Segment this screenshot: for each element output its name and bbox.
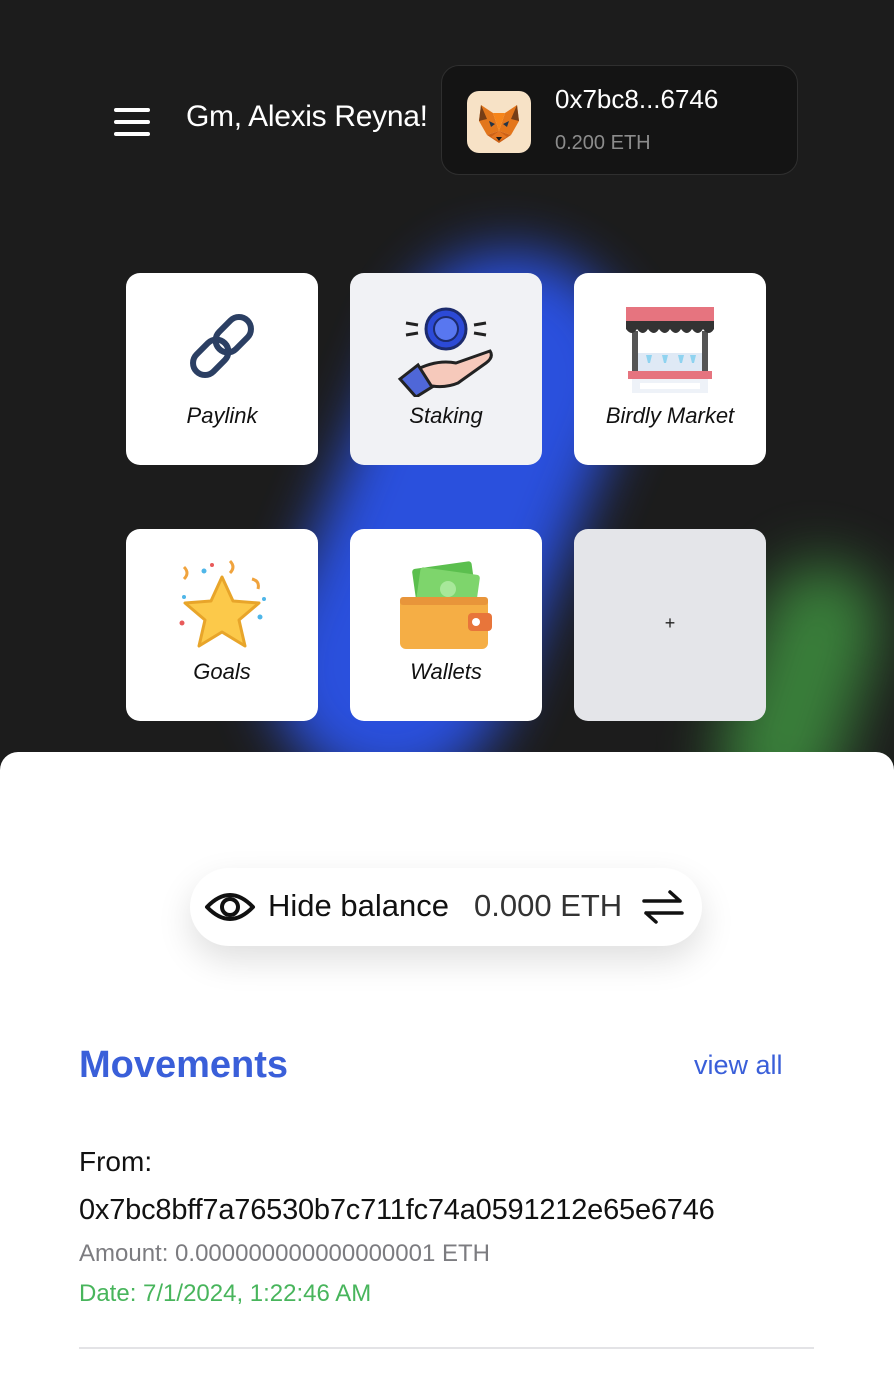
balance-value: 0.000 ETH	[474, 888, 623, 923]
movement-amount: Amount: 0.000000000000000001 ETH	[79, 1240, 490, 1267]
shortcut-label: Goals	[193, 659, 251, 684]
wallet-account-card[interactable]: 0x7bc8...6746 0.200 ETH	[441, 65, 798, 175]
coin-hand-icon	[397, 307, 493, 397]
view-all-link[interactable]: view all	[694, 1050, 783, 1081]
shortcut-birdly-market[interactable]: Birdly Market	[574, 273, 766, 465]
divider	[79, 1347, 814, 1349]
movement-date: Date: 7/1/2024, 1:22:46 AM	[79, 1280, 372, 1307]
shortcut-label: Staking	[409, 403, 483, 428]
shortcut-goals[interactable]: Goals	[126, 529, 318, 721]
add-icon: +	[664, 613, 676, 633]
movements-title: Movements	[79, 1044, 289, 1086]
shortcut-label: Wallets	[410, 659, 482, 684]
hamburger-menu-icon[interactable]	[112, 106, 152, 138]
shortcut-wallets[interactable]: Wallets	[350, 529, 542, 721]
app-header: Gm, Alexis Reyna! 0x7bc8...6746 0.200 ET…	[0, 0, 894, 240]
shortcut-paylink[interactable]: Paylink	[126, 273, 318, 465]
greeting-text: Gm, Alexis Reyna!	[186, 100, 428, 133]
shortcut-staking[interactable]: Staking	[350, 273, 542, 465]
movement-from-label: From:	[79, 1146, 153, 1177]
eye-icon[interactable]	[204, 887, 256, 927]
shortcut-label: Paylink	[186, 403, 258, 428]
chain-link-icon	[190, 314, 254, 378]
market-stall-icon	[626, 307, 714, 393]
shortcut-label: Birdly Market	[605, 403, 735, 428]
wallet-cash-icon	[400, 561, 492, 649]
wallet-balance: 0.200 ETH	[555, 132, 651, 154]
add-shortcut-button[interactable]: +	[574, 529, 766, 721]
metamask-fox-icon	[467, 91, 531, 153]
wallet-address: 0x7bc8...6746	[555, 84, 719, 114]
star-confetti-icon	[179, 559, 266, 648]
swap-arrows-icon[interactable]	[640, 888, 686, 926]
hide-balance-toggle[interactable]: Hide balance	[268, 888, 449, 924]
movement-from-address: 0x7bc8bff7a76530b7c711fc74a0591212e65e67…	[79, 1194, 715, 1226]
